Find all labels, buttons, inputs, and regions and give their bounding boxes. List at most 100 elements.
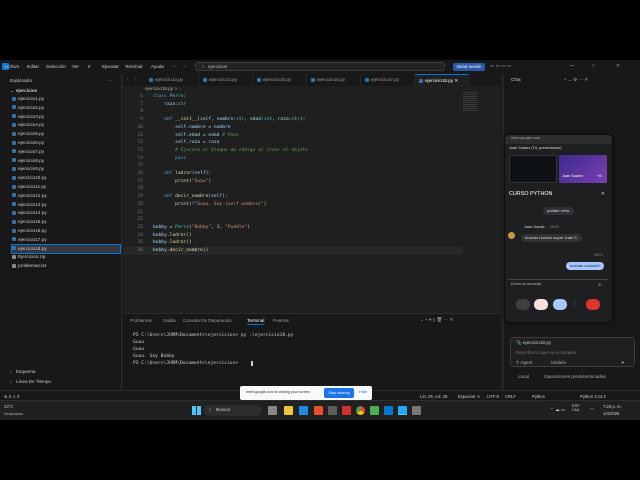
file-item[interactable]: ejercicio11.py xyxy=(12,183,120,192)
login-button[interactable]: Iniciar sesión xyxy=(453,63,485,71)
file-item[interactable]: ejercicio18.py xyxy=(11,243,121,255)
panel-tab-1[interactable]: Salida xyxy=(163,318,176,323)
app-icon[interactable] xyxy=(342,406,351,415)
participant-tile[interactable]: Juan Suarez +8 xyxy=(559,155,607,183)
menu-terminal[interactable]: Terminal xyxy=(125,64,142,69)
tab-ejercicio17[interactable]: ejercicio17.py xyxy=(361,74,415,86)
shared-screen-tile[interactable] xyxy=(509,155,557,183)
tab-ejercicio15[interactable]: ejercicio15.py xyxy=(253,74,307,86)
code-line[interactable]: 8 xyxy=(123,108,463,116)
tab-ejercicio14[interactable]: ejercicio14.py xyxy=(199,74,253,86)
menu-ejecutar[interactable]: Ejecutar xyxy=(102,64,119,69)
app-icon[interactable] xyxy=(370,406,379,415)
code-line[interactable]: 22 xyxy=(123,216,463,224)
app-icon[interactable] xyxy=(328,406,337,415)
tabs-back-icon[interactable]: ‹ xyxy=(127,77,129,83)
meet-close-icon[interactable]: ✕ xyxy=(601,191,605,197)
weather-text[interactable]: Despejado xyxy=(4,412,23,416)
minimize-icon[interactable]: — xyxy=(570,63,575,69)
present-icon[interactable] xyxy=(553,299,567,310)
file-item[interactable]: ejercicio6.py xyxy=(12,139,120,148)
language-indicator[interactable]: ESP LAA xyxy=(572,404,586,413)
tab-close-icon[interactable]: ✕ xyxy=(453,78,458,83)
indentation[interactable]: Espacios: 4 xyxy=(458,394,480,399)
panel-tab-2[interactable]: Consola De Depuración xyxy=(183,318,232,323)
code-line[interactable]: 11 self.edad = edad # Años xyxy=(123,132,463,140)
more-options-icon[interactable]: ⋮ xyxy=(572,301,577,307)
close-icon[interactable]: ✕ xyxy=(616,63,620,69)
tray-icons[interactable]: ⌃ ☁ ▭ xyxy=(550,407,565,413)
file-item[interactable]: ejercicio14.py xyxy=(12,209,120,218)
app-icon[interactable] xyxy=(268,406,277,415)
code-line[interactable]: 6 class Perro: xyxy=(123,93,463,101)
file-item[interactable]: ejercicio1.py xyxy=(12,95,120,104)
panel-actions-icon[interactable]: ⌄ + ▾ ▯ 🗑 ··· ✕ xyxy=(420,317,453,323)
tabs-forward-icon[interactable]: › xyxy=(135,77,137,83)
code-line[interactable]: 21 xyxy=(123,209,463,217)
cursor-position[interactable]: Lín. 25, col. 28 xyxy=(420,394,447,399)
menu-ir[interactable]: Ir xyxy=(88,64,91,69)
file-item[interactable]: ejercicio8.py xyxy=(12,157,120,166)
folder-root[interactable]: ejercicios xyxy=(16,88,37,94)
tab-ejercicio18[interactable]: ejercicio18.py ✕ xyxy=(415,74,469,86)
code-line[interactable]: 16 def ladrar(self): xyxy=(123,170,463,178)
folder-chevron-icon[interactable]: ⌄ xyxy=(10,88,14,94)
file-item[interactable]: ejercicio4.py xyxy=(12,121,120,130)
code-line[interactable]: 10 self.nombre = nombre xyxy=(123,124,463,132)
file-item[interactable]: problemas.txt xyxy=(12,262,120,271)
code-line[interactable]: 20 print(f"Guau. Soy {self.nombre}") xyxy=(123,201,463,209)
outline-section[interactable]: Esquema xyxy=(16,369,35,375)
panel-tab-0[interactable]: Problemas xyxy=(130,318,152,323)
file-item[interactable]: ejercicio10.py xyxy=(12,174,120,183)
windows-start-icon[interactable] xyxy=(192,406,201,415)
nav-back-icon[interactable]: ← xyxy=(172,63,177,69)
app-icon[interactable] xyxy=(299,406,308,415)
maximize-icon[interactable]: □ xyxy=(592,63,595,69)
copilot-input-box[interactable]: 📎 ejercicio18.py Describa lo que va a co… xyxy=(510,337,635,367)
tab-ejercicio16[interactable]: ejercicio16.py xyxy=(307,74,361,86)
file-item[interactable]: ejercicio15.py xyxy=(12,218,120,227)
hide-button[interactable]: Hide xyxy=(359,390,367,395)
code-line[interactable]: 13 # Ejecuta el bloque de código al crea… xyxy=(123,147,463,155)
code-line[interactable]: 18 xyxy=(123,185,463,193)
chat-actions-icon[interactable]: + ⌄ ⚙ ··· ✕ xyxy=(564,77,588,83)
code-line[interactable]: 12 self.raza = raza xyxy=(123,139,463,147)
menu-ayuda[interactable]: Ayuda xyxy=(151,64,164,69)
nav-forward-icon[interactable]: → xyxy=(182,63,187,69)
app-icon[interactable] xyxy=(384,406,393,415)
minimap[interactable] xyxy=(463,92,477,112)
file-item[interactable]: ejercicio5.py xyxy=(12,130,120,139)
code-line[interactable]: 15 xyxy=(123,162,463,170)
menu-archivo[interactable]: Archivo xyxy=(4,64,19,69)
breadcrumb[interactable]: ejercicio18.py > ... xyxy=(145,86,182,92)
file-item[interactable]: ejercicio12.py xyxy=(12,192,120,201)
panel-tab-4[interactable]: Puertos xyxy=(273,318,289,323)
menu-seleccion[interactable]: Selección xyxy=(46,64,66,69)
code-line[interactable]: 19 def decir_nombre(self): xyxy=(123,193,463,201)
camera-off-icon[interactable] xyxy=(534,299,548,310)
model-selector[interactable]: Modelo xyxy=(551,360,566,366)
eol[interactable]: CRLF xyxy=(505,394,516,399)
python-interpreter[interactable]: Python 3.14.2 xyxy=(580,394,606,399)
taskbar-search[interactable]: ⌕ Buscar xyxy=(204,405,262,416)
file-item[interactable]: ejercicio16.py xyxy=(12,227,120,236)
copilot-placeholder[interactable]: Describa lo que va a compilar xyxy=(516,350,577,356)
file-item[interactable]: ejercicio17.py xyxy=(12,236,120,245)
file-item[interactable]: ejercicio13.py xyxy=(12,201,120,210)
message-input[interactable]: Envía un mensaje ➤ xyxy=(508,279,608,288)
command-search[interactable]: ⌕ ejercicios xyxy=(195,62,445,71)
attached-file[interactable]: 📎 ejercicio18.py xyxy=(516,340,551,346)
stop-sharing-button[interactable]: Stop sharing xyxy=(324,388,354,398)
app-icon[interactable] xyxy=(314,406,323,415)
code-line[interactable]: 17 print("Guau") xyxy=(123,178,463,186)
file-item[interactable]: Ejercicios.zip xyxy=(12,253,120,262)
hang-up-icon[interactable] xyxy=(586,299,600,310)
wifi-icon[interactable]: ◠ xyxy=(590,407,594,413)
file-item[interactable]: ejercicio2.py xyxy=(12,104,120,113)
code-line[interactable]: 9 def __init__(self, nombre:str, edad:in… xyxy=(123,116,463,124)
send-message-icon[interactable]: ➤ xyxy=(598,282,602,288)
menu-editar[interactable]: Editar xyxy=(27,64,39,69)
timeline-chevron-icon[interactable]: › xyxy=(10,379,12,385)
file-item[interactable]: ejercicio9.py xyxy=(12,165,120,174)
code-line[interactable]: 26 bobby.decir_nombre() xyxy=(123,247,463,255)
